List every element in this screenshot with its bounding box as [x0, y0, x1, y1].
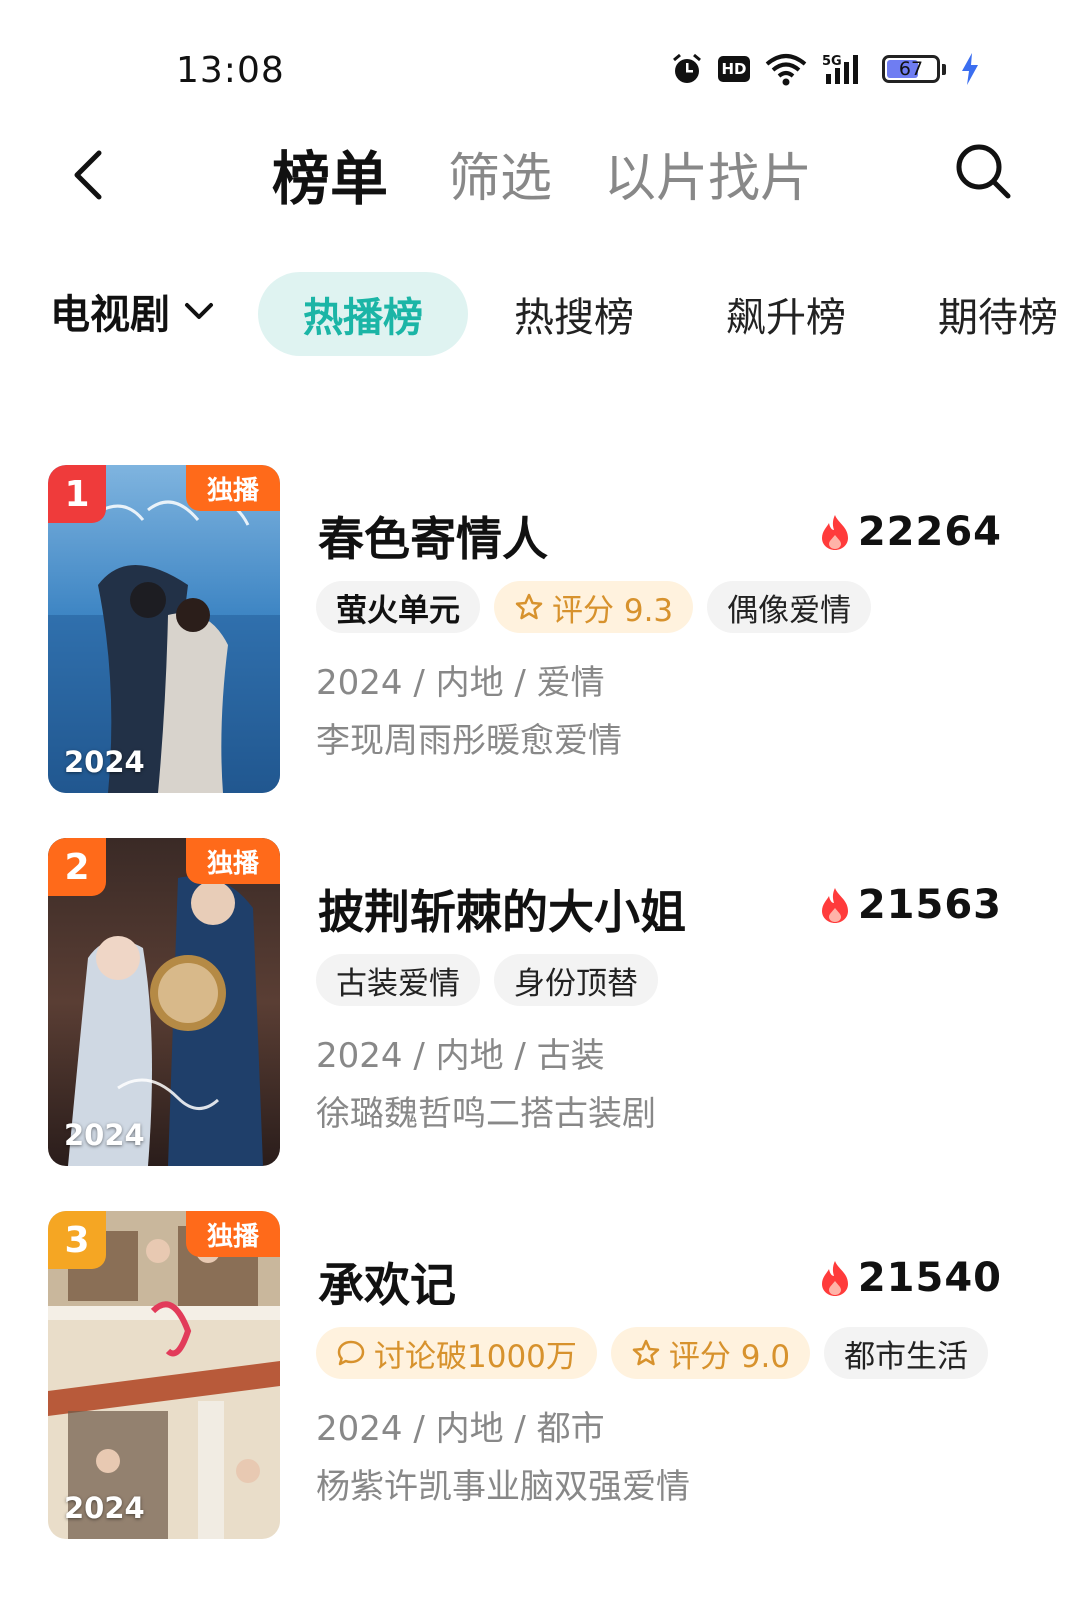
rank-badge: 2 [48, 838, 106, 896]
tab-hot-search[interactable]: 热搜榜 [486, 272, 662, 356]
flame-icon [821, 515, 848, 550]
status-icons: HD 5G 67 [670, 52, 980, 86]
alarm-icon [670, 52, 704, 86]
search-icon [956, 144, 1011, 199]
tag-genre[interactable]: 都市生活 [824, 1327, 989, 1379]
charging-icon [960, 52, 980, 86]
wifi-icon [764, 52, 808, 86]
tag-genre[interactable]: 古装爱情 [316, 954, 480, 1006]
heat-value: 22264 [857, 509, 1002, 555]
tag-rating-label: 评分 9.0 [668, 1338, 791, 1375]
signal-icon: 5G [822, 52, 868, 86]
poster-year: 2024 [64, 745, 145, 779]
list-item-2[interactable]: 2 独播 2024 披荆斩棘的大小姐 21563 古装爱情 身份顶替 2024 … [48, 838, 1038, 1168]
item-description: 杨紫许凯事业脑双强爱情 [316, 1467, 690, 1507]
comment-icon [337, 1340, 365, 1366]
tag-genre[interactable]: 偶像爱情 [707, 581, 872, 633]
tag-theme[interactable]: 身份顶替 [494, 954, 658, 1006]
tab-ranking[interactable]: 榜单 [272, 132, 388, 216]
exclusive-badge: 独播 [186, 1211, 280, 1257]
network-label: 5G [822, 54, 842, 69]
poster-3[interactable]: 3 独播 2024 [48, 1211, 280, 1539]
tag-discussion[interactable]: 讨论破1000万 [316, 1327, 597, 1379]
tab-anticipated[interactable]: 期待榜 [910, 272, 1080, 356]
item-meta: 2024 / 内地 / 都市 [316, 1409, 605, 1449]
tag-rating-label: 评分 9.3 [552, 592, 674, 629]
heat-score: 22264 [820, 509, 1002, 555]
heat-score: 21563 [820, 882, 1002, 928]
tag-rating[interactable]: 评分 9.3 [494, 581, 694, 633]
exclusive-badge: 独播 [186, 465, 280, 511]
chevron-down-icon [185, 303, 213, 319]
category-selected: 电视剧 [50, 292, 170, 338]
rank-badge: 3 [48, 1211, 106, 1269]
back-button[interactable] [58, 140, 118, 210]
status-bar: 13:08 HD 5G 67 [0, 0, 1080, 130]
poster-year: 2024 [64, 1118, 145, 1152]
item-description: 李现周雨彤暖愈爱情 [316, 721, 622, 761]
category-row: 电视剧 热播榜 热搜榜 飙升榜 期待榜 [0, 272, 1080, 358]
flame-icon [821, 888, 848, 923]
heat-value: 21563 [857, 882, 1002, 928]
tab-find-similar[interactable]: 以片找片 [604, 136, 812, 211]
tag-list: 萤火单元 评分 9.3 偶像爱情 [316, 581, 872, 633]
item-meta: 2024 / 内地 / 爱情 [316, 663, 605, 703]
item-title[interactable]: 承欢记 [318, 1249, 456, 1315]
tag-discussion-label: 讨论破1000万 [374, 1338, 577, 1375]
top-nav: 榜单 筛选 以片找片 [0, 130, 1080, 220]
battery-level: 67 [898, 58, 924, 80]
item-title[interactable]: 披荆斩棘的大小姐 [318, 876, 686, 942]
list-item-1[interactable]: 1 独播 2024 春色寄情人 22264 萤火单元 评分 9.3 偶像爱情 2… [48, 465, 1038, 795]
list-item-3[interactable]: 3 独播 2024 承欢记 21540 讨论破1000万 评分 9.0 都市生活… [48, 1211, 1038, 1541]
tab-filter[interactable]: 筛选 [448, 136, 552, 211]
tab-hot-playing[interactable]: 热播榜 [258, 272, 468, 356]
tag-list: 古装爱情 身份顶替 [316, 954, 658, 1006]
tag-brand[interactable]: 萤火单元 [316, 581, 480, 633]
item-title[interactable]: 春色寄情人 [318, 503, 548, 569]
tag-rating[interactable]: 评分 9.0 [610, 1327, 811, 1379]
rank-badge: 1 [48, 465, 106, 523]
poster-2[interactable]: 2 独播 2024 [48, 838, 280, 1166]
status-time: 13:08 [176, 50, 285, 91]
battery-icon: 67 [882, 55, 940, 83]
poster-year: 2024 [64, 1491, 145, 1525]
flame-icon [821, 1261, 848, 1296]
hd-icon: HD [718, 56, 750, 82]
tag-list: 讨论破1000万 评分 9.0 都市生活 [316, 1327, 989, 1379]
battery-cap [942, 63, 946, 75]
item-meta: 2024 / 内地 / 古装 [316, 1036, 605, 1076]
category-dropdown[interactable]: 电视剧 [50, 282, 214, 340]
chevron-left-icon [74, 150, 102, 200]
star-icon [632, 1339, 660, 1366]
star-icon [515, 593, 543, 620]
poster-1[interactable]: 1 独播 2024 [48, 465, 280, 793]
heat-score: 21540 [820, 1255, 1002, 1301]
item-description: 徐璐魏哲鸣二搭古装剧 [316, 1094, 656, 1134]
search-button[interactable] [952, 140, 1022, 210]
heat-value: 21540 [857, 1255, 1002, 1301]
tab-rising[interactable]: 飙升榜 [698, 272, 874, 356]
exclusive-badge: 独播 [186, 838, 280, 884]
